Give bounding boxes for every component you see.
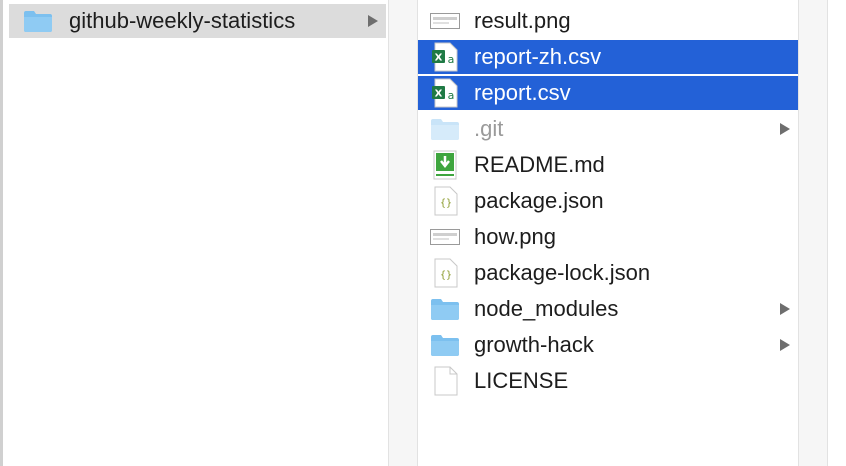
- file-row[interactable]: Xa report.csv: [418, 76, 798, 110]
- file-name: package.json: [474, 188, 604, 213]
- file-row[interactable]: README.md: [418, 148, 798, 182]
- column-divider[interactable]: [798, 0, 828, 466]
- excel-csv-icon: Xa: [430, 42, 460, 72]
- file-row[interactable]: {} package-lock.json: [418, 256, 798, 290]
- folder-name: github-weekly-statistics: [69, 8, 296, 33]
- excel-csv-icon: Xa: [430, 78, 460, 108]
- file-row[interactable]: how.png: [418, 220, 798, 254]
- folder-row[interactable]: .git: [418, 112, 798, 146]
- folder-name: .git: [474, 116, 504, 141]
- svg-text:a: a: [448, 53, 455, 66]
- file-row[interactable]: Xa report-zh.csv: [418, 40, 798, 74]
- folder-icon: [23, 6, 53, 36]
- file-name: package-lock.json: [474, 260, 651, 285]
- folder-icon: [430, 114, 460, 144]
- folder-icon: [430, 330, 460, 360]
- file-name: LICENSE: [474, 368, 569, 393]
- file-row[interactable]: {} package.json: [418, 184, 798, 218]
- current-column[interactable]: result.png Xa report-zh.csv Xa report.cs…: [418, 0, 798, 466]
- file-name: report-zh.csv: [474, 44, 602, 69]
- folder-name: node_modules: [474, 296, 619, 321]
- folder-row[interactable]: node_modules: [418, 292, 798, 326]
- blank-file-icon: [430, 366, 460, 396]
- file-name: how.png: [474, 224, 556, 249]
- svg-text:{}: {}: [440, 270, 452, 281]
- folder-row[interactable]: growth-hack: [418, 328, 798, 362]
- disclosure-arrow-icon: [366, 15, 380, 27]
- file-name: report.csv: [474, 80, 571, 105]
- image-file-icon: [430, 222, 460, 252]
- folder-name: growth-hack: [474, 332, 594, 357]
- image-file-icon: [430, 6, 460, 36]
- file-row[interactable]: LICENSE: [418, 364, 798, 398]
- json-file-icon: {}: [430, 258, 460, 288]
- svg-text:X: X: [435, 53, 443, 64]
- svg-text:{}: {}: [440, 198, 452, 209]
- parent-column[interactable]: github-weekly-statistics: [0, 0, 388, 466]
- file-name: result.png: [474, 8, 571, 33]
- folder-icon: [430, 294, 460, 324]
- column-divider[interactable]: [388, 0, 418, 466]
- disclosure-arrow-icon: [778, 339, 792, 351]
- markdown-download-icon: [430, 150, 460, 180]
- empty-column[interactable]: [828, 0, 846, 466]
- folder-row-github-weekly-statistics[interactable]: github-weekly-statistics: [9, 4, 386, 38]
- file-row[interactable]: result.png: [418, 4, 798, 38]
- file-name: README.md: [474, 152, 605, 177]
- json-file-icon: {}: [430, 186, 460, 216]
- disclosure-arrow-icon: [778, 123, 792, 135]
- svg-text:a: a: [448, 89, 455, 102]
- disclosure-arrow-icon: [778, 303, 792, 315]
- svg-text:X: X: [435, 89, 443, 100]
